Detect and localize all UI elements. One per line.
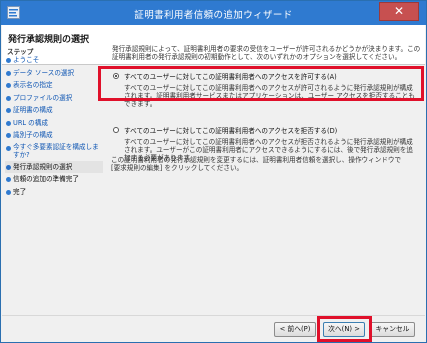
step-display-name[interactable]: 表示名の指定 [5,79,103,92]
close-icon: ✕ [393,4,405,18]
cancel-button[interactable]: キャンセル [370,322,415,337]
step-ready: 信頼の追加の準備完了 [5,173,103,186]
page-title: 発行承認規則の選択 [8,35,90,45]
radio-deny-all[interactable] [113,127,119,133]
step-dot-icon [6,58,11,63]
step-profile[interactable]: プロファイルの選択 [5,92,103,105]
step-dot-icon [6,189,11,195]
step-dot-icon [6,164,11,170]
close-button[interactable]: ✕ [379,2,419,21]
step-mfa[interactable]: 今すぐ多要素認証を構成しますか? [5,142,103,161]
intro-text: 発行承認規則によって、証明書利用者の要求の受信をユーザーが許可されるかどうかが決… [112,45,421,61]
back-button[interactable]: < 前へ(P) [274,322,316,337]
step-dot-icon [6,70,11,76]
step-data-source[interactable]: データ ソースの選択 [5,67,103,80]
step-dot-icon [6,108,11,113]
highlight-permit-option [98,66,424,101]
step-issuance-rules[interactable]: 発行承認規則の選択 [5,160,103,173]
step-dot-icon [6,133,11,138]
main-content: 発行承認規則によって、証明書利用者の要求の受信をユーザーが許可されるかどうかが決… [107,45,423,315]
step-certificate[interactable]: 証明書の構成 [5,104,103,117]
step-dot-icon [6,177,11,182]
wizard-window: 証明書利用者信頼の追加ウィザード ✕ 発行承認規則の選択 ステップ ようこそ デ… [0,0,427,343]
step-dot-icon [6,95,11,101]
step-welcome[interactable]: ようこそ [5,54,103,67]
steps-sidebar: ようこそ データ ソースの選択 表示名の指定 プロファイルの選択 証明書の構成 … [5,54,103,282]
step-dot-icon [6,83,11,88]
step-dot-icon [6,120,11,126]
note-text: この証明書利用者の発行承認規則を変更するには、証明書利用者信頼を選択し、操作ウィ… [111,156,402,172]
step-identifiers[interactable]: 識別子の構成 [5,129,103,142]
step-finish: 完了 [5,186,103,199]
step-dot-icon [6,145,11,151]
highlight-next-button [317,316,372,342]
title-bar[interactable]: 証明書利用者信頼の追加ウィザード ✕ [1,1,426,25]
step-url[interactable]: URL の構成 [5,117,103,130]
option-deny-label: すべてのユーザーに対してこの証明書利用者へのアクセスを拒否する(D) [124,127,338,135]
window-title: 証明書利用者信頼の追加ウィザード [134,10,293,21]
